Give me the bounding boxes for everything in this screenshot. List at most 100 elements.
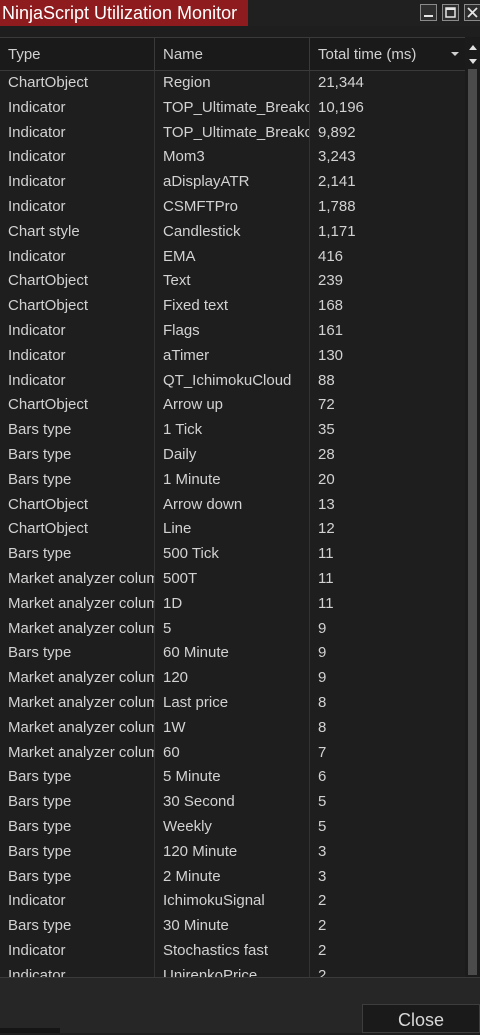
name-cell: 2 Minute [155,864,310,890]
table-row[interactable]: Bars type 1 Tick 35 [0,418,465,443]
table-row[interactable]: ChartObject Arrow down 13 [0,492,465,518]
name-cell: aDisplayATR [155,170,310,195]
type-cell: Bars type [0,765,155,791]
table-row[interactable]: Chart style Candlestick 1,171 [0,219,465,245]
table-row[interactable]: ChartObject Fixed text 168 [0,294,465,319]
table-row[interactable]: Market analyzer column Last price 8 [0,690,465,716]
table-row[interactable]: ChartObject Line 12 [0,517,465,543]
table-row[interactable]: Bars type 60 Minute 9 [0,641,465,667]
type-cell: Indicator [0,963,155,978]
table-row[interactable]: Indicator EMA 416 [0,244,465,270]
name-cell: 1 Tick [155,418,310,443]
table-row[interactable]: Bars type 120 Minute 3 [0,839,465,865]
scroll-up-icon[interactable] [469,45,477,50]
title-bar: NinjaScript Utilization Monitor [0,0,480,26]
column-header-total-time[interactable]: Total time (ms) [310,38,465,70]
name-cell: TOP_Ultimate_Breakout [155,95,310,121]
table-row[interactable]: Indicator QT_IchimokuCloud 88 [0,368,465,394]
table-row[interactable]: Market analyzer column 1W 8 [0,715,465,741]
type-cell: Bars type [0,641,155,667]
name-cell: TOP_Ultimate_Breakout [155,120,310,146]
name-cell: Fixed text [155,294,310,319]
table-row[interactable]: Indicator CSMFTPro 1,788 [0,194,465,220]
name-cell: 5 Minute [155,765,310,791]
total-time-cell: 8 [318,718,327,736]
total-time-cell: 9,892 [318,123,356,141]
table-row[interactable]: Indicator Mom3 3,243 [0,145,465,171]
sort-down-icon[interactable] [451,52,459,56]
name-cell: EMA [155,244,310,270]
type-cell: ChartObject [0,492,155,518]
table-row[interactable]: Indicator aTimer 130 [0,343,465,369]
scrollbar-thumb[interactable] [468,69,477,975]
type-cell: Bars type [0,839,155,865]
type-cell: Indicator [0,368,155,394]
name-cell: 5 [155,616,310,642]
total-time-cell: 2 [318,966,327,978]
table-row[interactable]: ChartObject Text 239 [0,269,465,295]
table-row[interactable]: Bars type Weekly 5 [0,814,465,840]
name-cell: Candlestick [155,219,310,245]
table-row[interactable]: Indicator Stochastics fast 2 [0,938,465,964]
table-row[interactable]: Market analyzer column 1D 11 [0,591,465,617]
type-cell: Indicator [0,95,155,121]
close-icon[interactable] [464,4,480,21]
name-cell: 500T [155,566,310,592]
name-cell: Arrow down [155,492,310,518]
table-row[interactable]: Indicator IchimokuSignal 2 [0,889,465,915]
total-time-cell: 20 [318,470,335,488]
column-header-type[interactable]: Type [0,38,155,70]
type-cell: Market analyzer column [0,740,155,766]
minimize-icon[interactable] [420,4,437,21]
name-cell: Daily [155,442,310,468]
total-time-cell: 9 [318,644,327,662]
table-row[interactable]: Indicator aDisplayATR 2,141 [0,170,465,195]
maximize-icon[interactable] [442,4,459,21]
total-time-cell: 3,243 [318,148,356,166]
total-time-cell: 1,171 [318,222,356,240]
grid-rows: ChartObject Region 21,344 Indicator TOP_Ulti… [0,71,465,978]
type-cell: Indicator [0,194,155,220]
table-row[interactable]: Bars type 2 Minute 3 [0,864,465,890]
name-cell: Mom3 [155,145,310,171]
table-row[interactable]: Indicator UnirenkoPrice 2 [0,963,465,978]
table-row[interactable]: Market analyzer column 5 9 [0,616,465,642]
name-cell: 120 [155,666,310,691]
table-row[interactable]: ChartObject Region 21,344 [0,71,465,96]
total-time-cell: 28 [318,445,335,463]
scroll-down-icon[interactable] [469,59,477,64]
table-row[interactable]: Bars type Daily 28 [0,442,465,468]
type-cell: Indicator [0,120,155,146]
type-cell: Bars type [0,864,155,890]
table-row[interactable]: Bars type 1 Minute 20 [0,467,465,493]
table-row[interactable]: Market analyzer column 120 9 [0,666,465,691]
name-cell: Flags [155,318,310,344]
table-row[interactable]: Bars type 5 Minute 6 [0,765,465,791]
type-cell: Indicator [0,145,155,171]
name-cell: QT_IchimokuCloud [155,368,310,394]
name-cell: 500 Tick [155,542,310,567]
table-row[interactable]: Market analyzer column 60 7 [0,740,465,766]
total-time-cell: 130 [318,346,344,364]
column-header-name[interactable]: Name [155,38,310,70]
name-cell: CSMFTPro [155,194,310,220]
table-row[interactable]: ChartObject Arrow up 72 [0,393,465,419]
footer: Close [0,977,480,1033]
total-time-cell: 5 [318,793,327,811]
table-row[interactable]: Bars type 500 Tick 11 [0,542,465,567]
total-time-cell: 239 [318,272,344,290]
name-cell: 1 Minute [155,467,310,493]
table-row[interactable]: Indicator TOP_Ultimate_Breakout 10,196 [0,95,465,121]
name-cell: Arrow up [155,393,310,419]
name-cell: Line [155,517,310,543]
close-button[interactable]: Close [362,1004,480,1033]
vertical-scrollbar[interactable] [465,37,480,977]
table-row[interactable]: Bars type 30 Minute 2 [0,914,465,939]
table-row[interactable]: Indicator Flags 161 [0,318,465,344]
total-time-cell: 9 [318,669,327,687]
type-cell: Chart style [0,219,155,245]
total-time-cell: 88 [318,371,335,389]
table-row[interactable]: Market analyzer column 500T 11 [0,566,465,592]
table-row[interactable]: Bars type 30 Second 5 [0,790,465,815]
table-row[interactable]: Indicator TOP_Ultimate_Breakout 9,892 [0,120,465,146]
